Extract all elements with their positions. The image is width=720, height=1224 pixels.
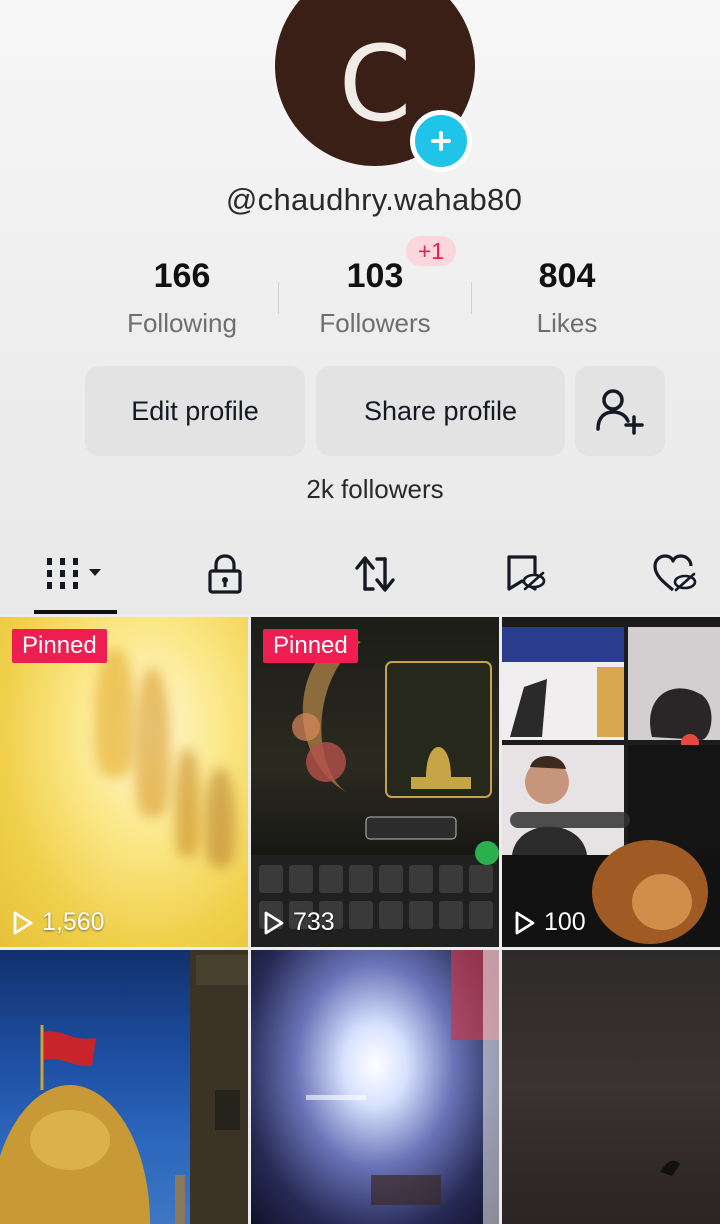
view-count: 100 — [514, 908, 586, 937]
play-icon — [515, 911, 535, 934]
video-thumbnail[interactable]: Pinned 733 — [251, 617, 499, 947]
thumbnail-art — [306, 950, 499, 1224]
stat-followers[interactable]: 103 Followers — [275, 255, 475, 339]
view-count: 1,560 — [12, 908, 105, 937]
bookmark-hidden-icon — [507, 555, 546, 591]
username: @chaudhry.wahab80 — [225, 182, 523, 217]
add-photo-plus-icon[interactable] — [410, 110, 472, 172]
active-tab-indicator — [34, 610, 117, 614]
view-count-text: 100 — [544, 908, 586, 936]
video-thumbnail[interactable] — [502, 950, 720, 1224]
following-label: Following — [127, 308, 237, 338]
new-followers-badge: +1 — [406, 236, 456, 266]
following-count: 166 — [153, 257, 211, 295]
view-count: 733 — [263, 908, 335, 937]
thumbnail-art — [502, 627, 720, 947]
pinned-badge: Pinned — [12, 629, 107, 663]
stat-following[interactable]: 166 Following — [82, 255, 282, 339]
thumbnail-art — [0, 950, 248, 1224]
play-icon — [13, 911, 33, 934]
pinned-badge: Pinned — [263, 629, 358, 663]
thumbnail-art — [251, 637, 499, 947]
tab-saved[interactable] — [485, 548, 565, 600]
tab-private[interactable] — [185, 548, 265, 600]
avatar-letter: C — [338, 23, 412, 145]
edit-profile-button[interactable]: Edit profile — [85, 366, 305, 456]
add-friends-button[interactable] — [575, 366, 665, 456]
followers-label: Followers — [319, 308, 431, 338]
tab-liked[interactable] — [635, 548, 715, 600]
video-thumbnail[interactable]: 100 — [502, 617, 720, 947]
likes-count: 804 — [538, 257, 596, 295]
thumbnail-art — [95, 647, 135, 777]
tab-videos[interactable] — [35, 548, 115, 600]
thumbnail-art — [205, 767, 235, 867]
view-count-text: 733 — [293, 908, 335, 936]
tab-repost[interactable] — [335, 548, 415, 600]
likes-label: Likes — [536, 308, 598, 338]
video-thumbnail[interactable] — [251, 950, 499, 1224]
video-thumbnail[interactable] — [0, 950, 248, 1224]
followers-milestone: 2k followers — [306, 474, 444, 504]
stat-likes[interactable]: 804 Likes — [467, 255, 667, 339]
thumbnail-art — [175, 747, 200, 857]
heart-hidden-icon — [653, 554, 697, 592]
play-icon — [264, 911, 284, 934]
share-profile-button[interactable]: Share profile — [316, 366, 565, 456]
repost-icon — [355, 556, 395, 592]
add-user-icon — [596, 389, 644, 435]
videos-grid-icon — [47, 558, 101, 589]
lock-icon — [208, 554, 242, 594]
thumbnail-art — [660, 1160, 680, 1176]
thumbnail-art — [135, 667, 170, 817]
view-count-text: 1,560 — [42, 908, 105, 936]
video-thumbnail[interactable]: Pinned 1,560 — [0, 617, 248, 947]
